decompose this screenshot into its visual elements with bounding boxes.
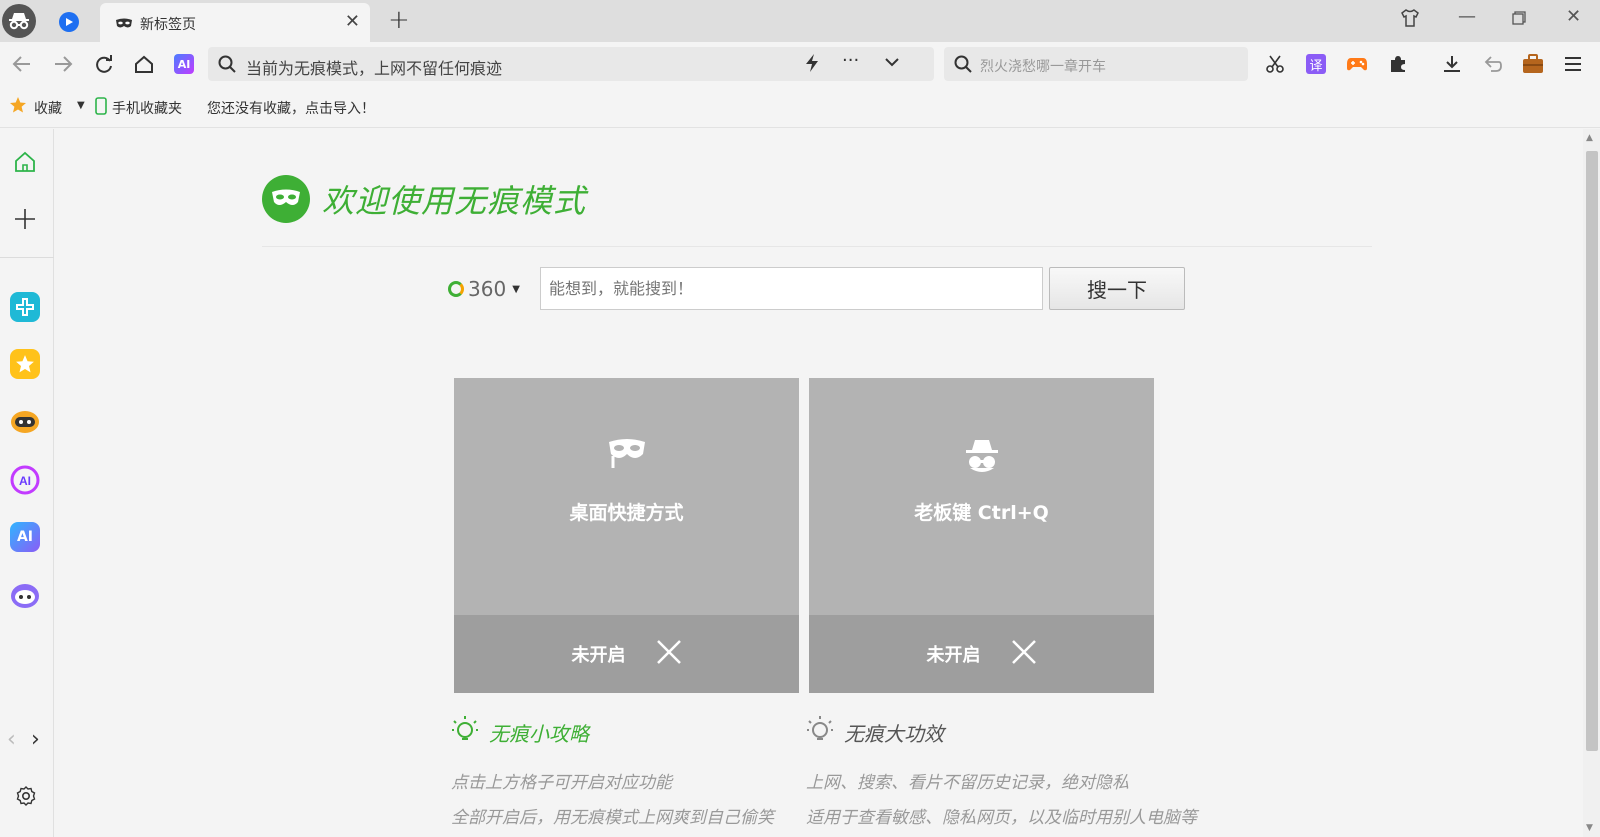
search-input[interactable] <box>540 267 1043 310</box>
plus-icon[interactable]: + <box>388 5 410 35</box>
engine-name: 360 <box>468 277 507 301</box>
mask-icon <box>115 15 133 34</box>
restore-icon[interactable] <box>1512 9 1526 30</box>
svg-text:AI: AI <box>19 474 31 488</box>
menu-icon[interactable] <box>1562 53 1584 75</box>
home-icon[interactable] <box>132 52 156 76</box>
settings-icon[interactable] <box>15 785 37 811</box>
desktop-shortcut-card[interactable]: 桌面快捷方式 未开启 <box>454 378 799 693</box>
card-status: 未开启 <box>571 645 626 666</box>
search-engine-select[interactable]: 360 ▼ <box>448 277 520 301</box>
translate-icon[interactable]: 译 <box>1305 53 1327 75</box>
back-icon[interactable] <box>10 52 34 76</box>
scrollbar-thumb[interactable] <box>1586 151 1598 751</box>
mobile-favorites-link[interactable]: 手机收藏夹 <box>112 98 182 118</box>
close-icon[interactable]: ✕ <box>345 11 360 32</box>
lightning-icon[interactable] <box>804 53 820 78</box>
lightbulb-icon <box>806 715 834 750</box>
page-title: 欢迎使用无痕模式 <box>322 182 587 220</box>
tips-title: 无痕大功效 <box>844 722 944 746</box>
more-icon[interactable]: ··· <box>842 50 859 71</box>
address-text: 当前为无痕模式，上网不留任何痕迹 <box>246 59 503 78</box>
game-icon[interactable] <box>1346 53 1368 75</box>
card-status: 未开启 <box>926 645 981 666</box>
chevron-down-icon[interactable] <box>884 54 900 75</box>
search-box[interactable]: 烈火浇愁哪一章开车 <box>944 47 1248 81</box>
tips-line: 上网、搜索、看片不留历史记录，绝对隐私 <box>806 773 1129 793</box>
360-logo-icon <box>448 281 464 297</box>
undo-icon[interactable] <box>1482 53 1504 75</box>
tips-header: 无痕大功效 <box>806 715 1197 750</box>
phone-icon <box>95 97 107 119</box>
incognito-icon[interactable] <box>2 4 36 38</box>
shirt-icon[interactable] <box>1400 8 1420 33</box>
extension-icon[interactable] <box>1387 53 1409 75</box>
star-icon <box>9 96 27 118</box>
tips-left: 无痕小攻略 点击上方格子可开启对应功能 全部开启后，用无痕模式上网爽到自己偷笑 <box>451 715 774 828</box>
lightbulb-icon <box>451 715 479 750</box>
incognito-icon <box>809 438 1154 474</box>
close-icon <box>1011 637 1037 671</box>
chat-bot-icon[interactable] <box>10 580 40 610</box>
home-icon[interactable] <box>10 147 40 177</box>
download-icon[interactable] <box>1441 53 1463 75</box>
robot-app-icon[interactable] <box>10 407 40 437</box>
minimize-icon[interactable]: — <box>1458 6 1476 27</box>
star-app-icon[interactable] <box>10 349 40 379</box>
address-bar[interactable]: 当前为无痕模式，上网不留任何痕迹 ··· <box>208 47 934 81</box>
window-close-icon[interactable]: ✕ <box>1566 6 1581 27</box>
ai-assistant-icon[interactable]: AI <box>10 465 40 495</box>
card-footer: 未开启 <box>809 615 1154 693</box>
boss-key-card[interactable]: 老板键 Ctrl+Q 未开启 <box>809 378 1154 693</box>
plus-icon[interactable] <box>10 204 40 234</box>
sidebar: AI AI ‹ › <box>0 129 54 837</box>
tab-bar: 新标签页 ✕ + — ✕ <box>0 0 1600 42</box>
ai-icon[interactable]: AI <box>10 522 40 552</box>
card-label: 老板键 Ctrl+Q <box>914 502 1049 524</box>
tips-right: 无痕大功效 上网、搜索、看片不留历史记录，绝对隐私 适用于查看敏感、隐私网页，以… <box>806 715 1197 828</box>
tips-header: 无痕小攻略 <box>451 715 774 750</box>
search-icon <box>954 55 972 77</box>
mask-icon <box>262 175 310 223</box>
incognito-page: 欢迎使用无痕模式 360 ▼ 搜一下 桌面快捷方式 未开启 老板键 Ctrl+Q… <box>55 129 1583 837</box>
puzzle-app-icon[interactable] <box>10 292 40 322</box>
card-footer: 未开启 <box>454 615 799 693</box>
search-placeholder: 烈火浇愁哪一章开车 <box>980 59 1106 75</box>
scroll-down-icon[interactable]: ▼ <box>1586 823 1593 833</box>
search-button[interactable]: 搜一下 <box>1049 267 1185 310</box>
chevron-right-icon[interactable]: › <box>31 727 40 752</box>
play-icon[interactable] <box>59 12 79 32</box>
ai-icon[interactable]: AI <box>172 52 196 76</box>
scissors-icon[interactable] <box>1264 53 1286 75</box>
close-icon <box>656 637 682 671</box>
divider <box>262 246 1372 247</box>
chevron-left-icon[interactable]: ‹ <box>7 727 16 752</box>
briefcase-icon[interactable] <box>1522 53 1544 75</box>
scrollbar[interactable]: ▲ ▼ <box>1583 129 1600 837</box>
search-icon <box>218 55 236 77</box>
tab-new[interactable]: 新标签页 ✕ <box>100 3 370 42</box>
toolbar: AI 当前为无痕模式，上网不留任何痕迹 ··· 烈火浇愁哪一章开车 译 <box>0 42 1600 86</box>
tips-line: 全部开启后，用无痕模式上网爽到自己偷笑 <box>451 808 774 828</box>
tips-line: 适用于查看敏感、隐私网页，以及临时用别人电脑等 <box>806 808 1197 828</box>
card-label: 桌面快捷方式 <box>569 502 684 524</box>
welcome-header: 欢迎使用无痕模式 <box>262 175 586 223</box>
reload-icon[interactable] <box>92 52 116 76</box>
import-favorites-link[interactable]: 您还没有收藏，点击导入！ <box>207 98 375 118</box>
bookmarks-bar: 收藏 ▼ 手机收藏夹 您还没有收藏，点击导入！ <box>0 86 1600 128</box>
caret-down-icon[interactable]: ▼ <box>77 100 85 111</box>
mask-icon <box>454 438 799 472</box>
sidebar-divider <box>0 257 54 258</box>
tips-title: 无痕小攻略 <box>489 722 589 746</box>
tab-title: 新标签页 <box>140 17 196 33</box>
favorites-label[interactable]: 收藏 <box>34 98 62 118</box>
forward-icon[interactable] <box>51 52 75 76</box>
tips-line: 点击上方格子可开启对应功能 <box>451 773 672 793</box>
scroll-up-icon[interactable]: ▲ <box>1586 133 1593 143</box>
caret-down-icon: ▼ <box>512 283 520 295</box>
